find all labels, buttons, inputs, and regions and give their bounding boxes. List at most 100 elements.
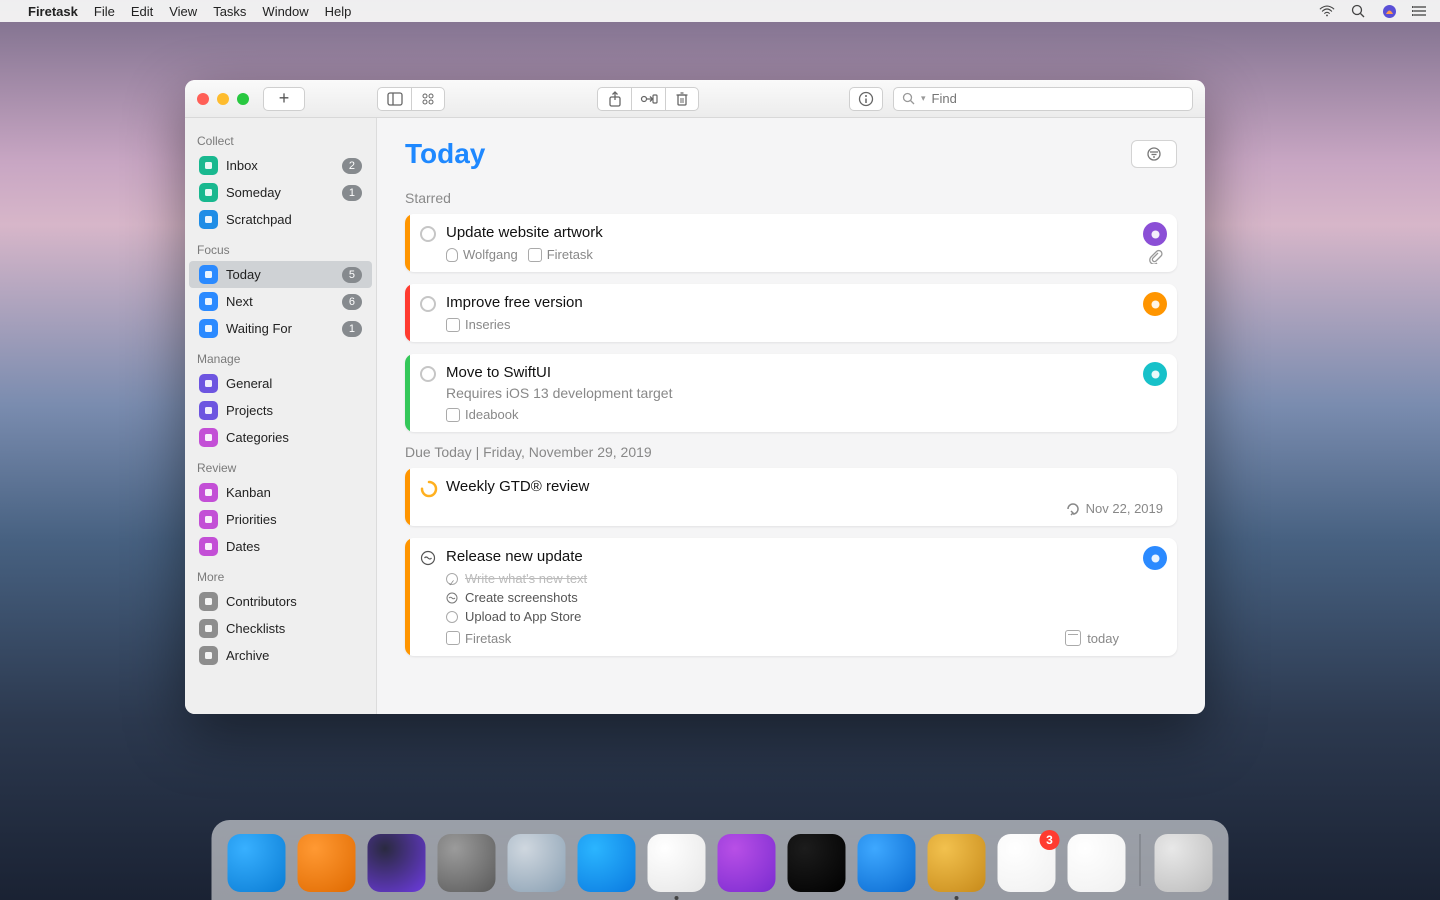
subtask[interactable]: Create screenshots xyxy=(446,590,1119,605)
sidebar-item-label: Contributors xyxy=(226,594,362,609)
sidebar-item-priorities[interactable]: Priorities xyxy=(189,506,372,533)
dock-app-firetask[interactable]: 3 xyxy=(998,834,1056,892)
sidebar-item-label: Today xyxy=(226,267,334,282)
sidebar-item-categories[interactable]: Categories xyxy=(189,424,372,451)
subtask-checkbox[interactable] xyxy=(446,611,458,623)
subtask-checkbox[interactable] xyxy=(446,592,458,604)
task-card[interactable]: Improve free versionInseries xyxy=(405,284,1177,342)
add-task-button[interactable]: + xyxy=(263,87,305,111)
dock-app-settings[interactable] xyxy=(438,834,496,892)
dock-app-appstore[interactable] xyxy=(578,834,636,892)
task-checkbox[interactable] xyxy=(420,226,436,242)
task-card[interactable]: Move to SwiftUI Requires iOS 13 developme… xyxy=(405,354,1177,432)
filter-button[interactable] xyxy=(1131,140,1177,168)
sidebar-item-contributors[interactable]: Contributors xyxy=(189,588,372,615)
sidebar-item-waiting-for[interactable]: Waiting For1 xyxy=(189,315,372,342)
dock-app-music[interactable] xyxy=(648,834,706,892)
control-center-icon[interactable] xyxy=(1381,3,1397,19)
sidebar-item-label: General xyxy=(226,376,362,391)
menu-edit[interactable]: Edit xyxy=(131,4,153,19)
dock-app-siri[interactable] xyxy=(368,834,426,892)
menu-help[interactable]: Help xyxy=(325,4,352,19)
sidebar-item-inbox[interactable]: Inbox2 xyxy=(189,152,372,179)
menu-tasks[interactable]: Tasks xyxy=(213,4,246,19)
menu-view[interactable]: View xyxy=(169,4,197,19)
sidebar-item-label: Priorities xyxy=(226,512,362,527)
sidebar-icon xyxy=(199,619,218,638)
spotlight-icon[interactable] xyxy=(1350,3,1366,19)
dock-app-launchpad[interactable] xyxy=(508,834,566,892)
task-card[interactable]: Release new update Write what's new text C… xyxy=(405,538,1177,656)
sidebar-section-review: Review xyxy=(185,451,376,479)
task-title: Improve free version xyxy=(446,294,1119,311)
subtask-checkbox[interactable] xyxy=(446,573,458,585)
chevron-down-icon: ▾ xyxy=(921,93,926,104)
sidebar-icon xyxy=(199,592,218,611)
subtask-title: Write what's new text xyxy=(465,571,587,586)
sidebar-section-more: More xyxy=(185,560,376,588)
sidebar: CollectInbox2Someday1ScratchpadFocusToda… xyxy=(185,118,377,714)
task-title: Release new update xyxy=(446,548,1119,565)
dock-trash[interactable] xyxy=(1155,834,1213,892)
task-checkbox[interactable] xyxy=(420,480,436,496)
dock-app-home[interactable] xyxy=(298,834,356,892)
delete-button[interactable] xyxy=(665,87,699,111)
sidebar-item-today[interactable]: Today5 xyxy=(189,261,372,288)
view-switch-group xyxy=(377,87,445,111)
dock-app-finder[interactable] xyxy=(228,834,286,892)
notification-badge: 3 xyxy=(1040,830,1060,850)
task-note: Requires iOS 13 development target xyxy=(446,385,1119,401)
dock-app-safari[interactable] xyxy=(858,834,916,892)
task-title: Move to SwiftUI xyxy=(446,364,1119,381)
task-checkbox[interactable] xyxy=(420,550,436,566)
wifi-icon[interactable] xyxy=(1319,3,1335,19)
sidebar-toggle-button[interactable] xyxy=(377,87,411,111)
dock-app-tv[interactable] xyxy=(788,834,846,892)
search-input[interactable] xyxy=(932,91,1184,106)
subtask-title: Create screenshots xyxy=(465,590,578,605)
sidebar-item-general[interactable]: General xyxy=(189,370,372,397)
sidebar-item-scratchpad[interactable]: Scratchpad xyxy=(189,206,372,233)
subtask[interactable]: Upload to App Store xyxy=(446,609,1119,624)
sidebar-item-projects[interactable]: Projects xyxy=(189,397,372,424)
sidebar-item-checklists[interactable]: Checklists xyxy=(189,615,372,642)
attachment-icon[interactable] xyxy=(1147,248,1163,264)
task-checkbox[interactable] xyxy=(420,366,436,382)
sidebar-item-someday[interactable]: Someday1 xyxy=(189,179,372,206)
info-button[interactable] xyxy=(849,87,883,111)
zoom-button[interactable] xyxy=(237,93,249,105)
dock-app-photos[interactable] xyxy=(1068,834,1126,892)
sidebar-item-label: Categories xyxy=(226,430,362,445)
sidebar-item-next[interactable]: Next6 xyxy=(189,288,372,315)
close-button[interactable] xyxy=(197,93,209,105)
sidebar-item-label: Scratchpad xyxy=(226,212,362,227)
sidebar-section-focus: Focus xyxy=(185,233,376,261)
sidebar-badge: 1 xyxy=(342,185,362,201)
sidebar-item-archive[interactable]: Archive xyxy=(189,642,372,669)
search-field[interactable]: ▾ xyxy=(893,87,1193,111)
sidebar-item-label: Checklists xyxy=(226,621,362,636)
sidebar-item-kanban[interactable]: Kanban xyxy=(189,479,372,506)
menu-window[interactable]: Window xyxy=(262,4,308,19)
app-name[interactable]: Firetask xyxy=(28,4,78,19)
sidebar-icon xyxy=(199,428,218,447)
move-button[interactable] xyxy=(631,87,665,111)
sidebar-badge: 2 xyxy=(342,158,362,174)
sidebar-icon xyxy=(199,374,218,393)
task-checkbox[interactable] xyxy=(420,296,436,312)
category-badge-icon xyxy=(1143,222,1167,246)
sidebar-item-dates[interactable]: Dates xyxy=(189,533,372,560)
task-repeat-date: Nov 22, 2019 xyxy=(1086,501,1163,516)
task-card[interactable]: Update website artworkWolfgangFiretask xyxy=(405,214,1177,272)
sidebar-item-label: Archive xyxy=(226,648,362,663)
sidebar-icon xyxy=(199,210,218,229)
dock-app-podcasts[interactable] xyxy=(718,834,776,892)
menu-file[interactable]: File xyxy=(94,4,115,19)
minimize-button[interactable] xyxy=(217,93,229,105)
grid-view-button[interactable] xyxy=(411,87,445,111)
task-card[interactable]: Weekly GTD® reviewNov 22, 2019 xyxy=(405,468,1177,526)
dock-app-mail[interactable] xyxy=(928,834,986,892)
share-button[interactable] xyxy=(597,87,631,111)
notification-center-icon[interactable] xyxy=(1412,3,1428,19)
subtask[interactable]: Write what's new text xyxy=(446,571,1119,586)
